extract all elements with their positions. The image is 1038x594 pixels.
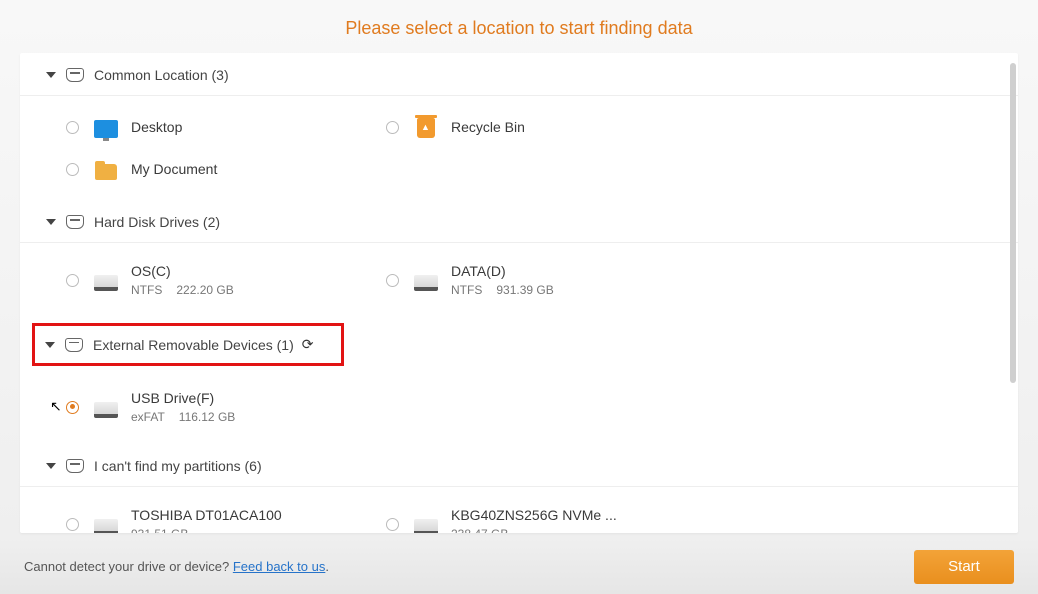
refresh-icon[interactable]: ⟳ <box>302 336 314 353</box>
hdd-icon <box>94 402 118 418</box>
drive-icon <box>66 215 84 229</box>
item-label: Desktop <box>131 119 182 135</box>
location-os-c[interactable]: OS(C) NTFS222.20 GB <box>66 253 386 307</box>
item-label: OS(C) <box>131 263 234 279</box>
hdd-icon <box>414 519 438 533</box>
item-sub: NTFS931.39 GB <box>451 283 554 297</box>
section-external-removable[interactable]: External Removable Devices (1) ⟳ <box>32 323 344 366</box>
location-recycle-bin[interactable]: Recycle Bin <box>386 106 706 148</box>
item-label: USB Drive(F) <box>131 390 235 406</box>
radio-icon[interactable] <box>66 121 79 134</box>
drive-icon <box>66 68 84 82</box>
location-usb-drive-f[interactable]: USB Drive(F) exFAT116.12 GB <box>66 380 386 434</box>
item-label: My Document <box>131 161 217 177</box>
section-common-location[interactable]: Common Location (3) <box>20 53 1018 96</box>
chevron-down-icon <box>46 219 56 225</box>
footer-text: Cannot detect your drive or device? Feed… <box>24 559 329 574</box>
hdd-icon <box>94 519 118 533</box>
section-no-partitions[interactable]: I can't find my partitions (6) <box>20 444 1018 487</box>
item-label: Recycle Bin <box>451 119 525 135</box>
hdd-icon <box>414 275 438 291</box>
location-list: Common Location (3) Desktop Recycle Bin … <box>20 53 1018 533</box>
start-button[interactable]: Start <box>914 550 1014 584</box>
location-data-d[interactable]: DATA(D) NTFS931.39 GB <box>386 253 706 307</box>
folder-icon <box>95 164 117 180</box>
feedback-link[interactable]: Feed back to us <box>233 559 326 574</box>
item-label: KBG40ZNS256G NVMe ... <box>451 507 617 523</box>
section-title: Common Location (3) <box>94 67 229 83</box>
drive-icon <box>66 459 84 473</box>
item-sub: 238.47 GB <box>451 527 617 533</box>
trash-icon <box>417 118 435 138</box>
radio-icon[interactable] <box>386 274 399 287</box>
monitor-icon <box>94 120 118 138</box>
item-sub: NTFS222.20 GB <box>131 283 234 297</box>
chevron-down-icon <box>45 342 55 348</box>
section-title: External Removable Devices (1) <box>93 337 294 353</box>
location-my-document[interactable]: My Document <box>66 148 386 190</box>
chevron-down-icon <box>46 72 56 78</box>
chevron-down-icon <box>46 463 56 469</box>
radio-icon[interactable] <box>66 163 79 176</box>
page-title: Please select a location to start findin… <box>0 18 1038 39</box>
section-title: Hard Disk Drives (2) <box>94 214 220 230</box>
location-toshiba[interactable]: TOSHIBA DT01ACA100 931.51 GB <box>66 497 386 533</box>
scrollbar[interactable] <box>1010 63 1016 383</box>
footer: Cannot detect your drive or device? Feed… <box>0 539 1038 594</box>
hdd-icon <box>94 275 118 291</box>
cursor-icon: ↖ <box>50 398 62 415</box>
item-sub: exFAT116.12 GB <box>131 410 235 424</box>
drive-icon <box>65 338 83 352</box>
section-title: I can't find my partitions (6) <box>94 458 262 474</box>
location-kbg40[interactable]: KBG40ZNS256G NVMe ... 238.47 GB <box>386 497 706 533</box>
radio-icon[interactable] <box>386 518 399 531</box>
item-label: DATA(D) <box>451 263 554 279</box>
radio-icon[interactable] <box>386 121 399 134</box>
radio-icon[interactable] <box>66 274 79 287</box>
location-desktop[interactable]: Desktop <box>66 106 386 148</box>
section-hard-disk-drives[interactable]: Hard Disk Drives (2) <box>20 200 1018 243</box>
radio-icon-selected[interactable] <box>66 401 79 414</box>
radio-icon[interactable] <box>66 518 79 531</box>
item-label: TOSHIBA DT01ACA100 <box>131 507 282 523</box>
item-sub: 931.51 GB <box>131 527 282 533</box>
